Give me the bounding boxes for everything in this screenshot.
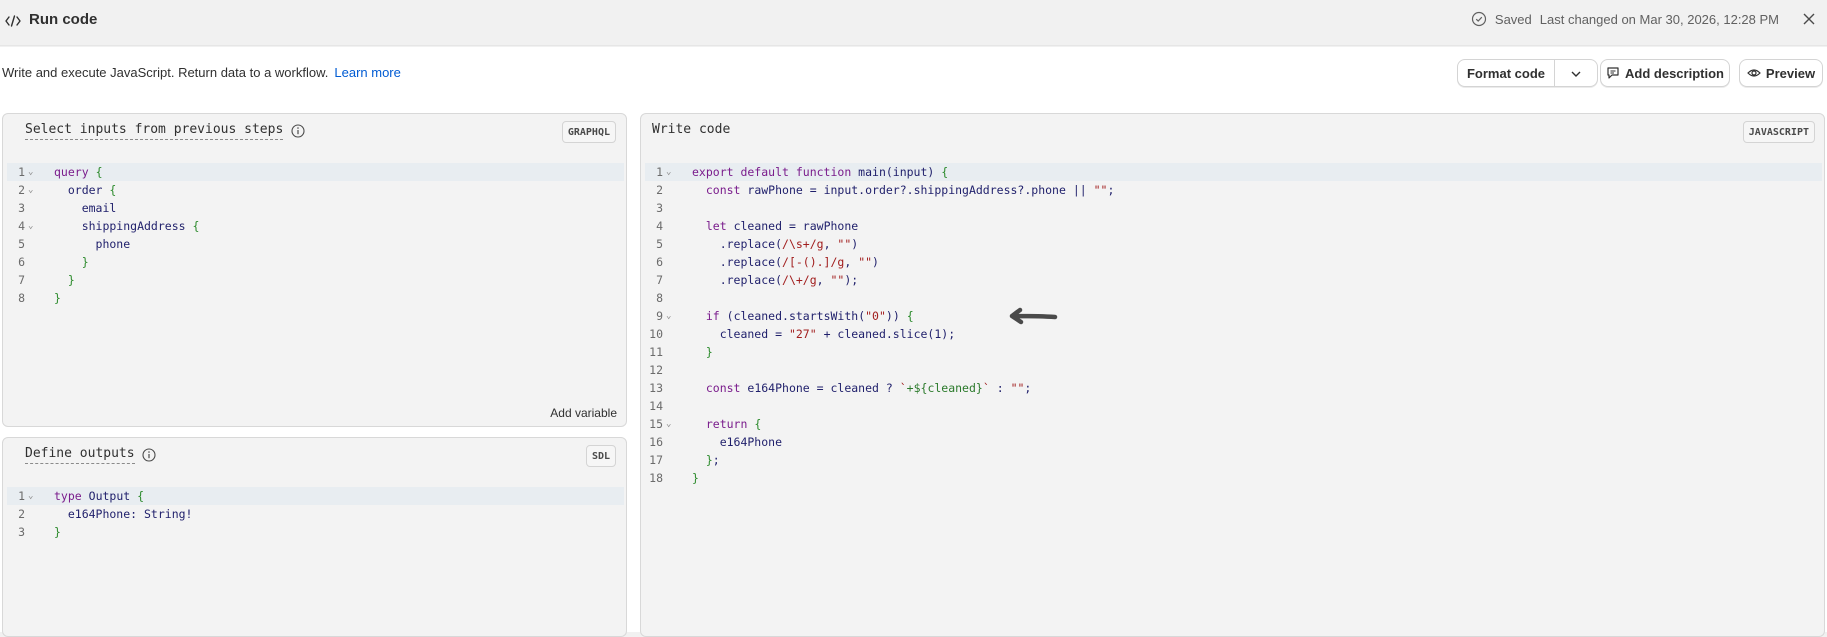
saved-label: Saved [1494, 11, 1532, 27]
code-line: 3} [18, 525, 61, 539]
code-line: 8 [656, 291, 663, 305]
code-line: 16 e164Phone [649, 435, 783, 449]
toolbar: Write and execute JavaScript. Return dat… [0, 47, 1827, 99]
fold-icon[interactable]: ⌄ [28, 181, 33, 199]
code-panel-header: Write code JAVASCRIPT [641, 114, 1824, 149]
code-line: 5 .replace(/\s+/g, "") [656, 237, 859, 251]
code-line: 4 ⌄ shippingAddress { [18, 217, 200, 235]
code-line: 15 ⌄ return { [649, 415, 762, 433]
outputs-editor[interactable]: 1 ⌄ type Output { 2 e164Phone: String! 3} [7, 487, 624, 541]
info-icon[interactable] [291, 124, 305, 138]
chevron-down-icon [1571, 64, 1581, 82]
add-description-label: Add description [1625, 65, 1724, 81]
code-panel-title: Write code [652, 122, 731, 137]
code-line: 13 const e164Phone = cleaned ? `+${clean… [649, 381, 1032, 395]
code-line: 17 }; [649, 453, 720, 467]
fold-icon[interactable]: ⌄ [666, 307, 671, 325]
code-line: 12 [649, 363, 663, 377]
comment-icon [1606, 66, 1620, 80]
code-line: 4 let cleaned = rawPhone [656, 219, 859, 233]
fold-icon[interactable]: ⌄ [666, 415, 671, 433]
fold-icon[interactable]: ⌄ [28, 217, 33, 235]
save-status: Saved Last changed on Mar 30, 2026, 12:2… [1471, 11, 1779, 27]
code-line: 18} [649, 471, 699, 485]
description: Write and execute JavaScript. Return dat… [2, 65, 401, 80]
outputs-panel-header: Define outputs SDL [3, 438, 626, 473]
code-line: 6 } [18, 255, 89, 269]
content-area: Select inputs from previous steps GRAPHQ… [0, 99, 1827, 637]
code-line: 2 ⌄ order { [18, 181, 117, 199]
check-circle-icon [1471, 11, 1487, 27]
format-code-button[interactable]: Format code [1458, 60, 1555, 86]
preview-label: Preview [1765, 65, 1816, 81]
code-line: 8} [18, 291, 61, 305]
top-bar: Run code Saved Last changed on Mar 30, 2… [0, 0, 1827, 46]
fold-icon[interactable]: ⌄ [666, 163, 671, 181]
format-code-button-group: Format code [1457, 59, 1598, 87]
code-line: 6 .replace(/[-().]/g, "") [656, 255, 879, 269]
code-line: 11 } [649, 345, 713, 359]
code-line: 10 cleaned = "27" + cleaned.slice(1); [649, 327, 956, 341]
inputs-title-text: Select inputs from previous steps [25, 122, 284, 137]
graphql-badge: GRAPHQL [561, 121, 616, 143]
javascript-badge: JAVASCRIPT [1742, 121, 1815, 143]
outputs-panel-title: Define outputs [25, 446, 135, 464]
inputs-panel-title: Select inputs from previous steps [25, 122, 284, 140]
preview-button[interactable]: Preview [1739, 59, 1823, 87]
eye-icon [1747, 66, 1761, 80]
code-icon [4, 12, 22, 30]
add-variable-button[interactable]: Add variable [550, 406, 617, 420]
code-line: 14 [649, 399, 663, 413]
learn-more-link[interactable]: Learn more [334, 65, 400, 80]
fold-icon[interactable]: ⌄ [28, 163, 33, 181]
code-line: 2 const rawPhone = input.order?.shipping… [656, 183, 1115, 197]
close-icon[interactable] [1800, 10, 1818, 28]
inputs-panel: Select inputs from previous steps GRAPHQ… [2, 113, 627, 427]
code-line: 1 ⌄ type Output { [7, 487, 624, 505]
code-line: 7 } [18, 273, 75, 287]
outputs-title-text: Define outputs [25, 446, 135, 461]
code-line: 2 e164Phone: String! [18, 507, 193, 521]
sdl-badge: SDL [585, 445, 616, 467]
last-changed-label: Last changed on Mar 30, 2026, 12:28 PM [1539, 11, 1779, 27]
inputs-editor[interactable]: 1 ⌄ query { 2 ⌄ order { 3 email 4 ⌄ shipping… [7, 163, 624, 307]
code-panel: Write code JAVASCRIPT 1 ⌄ export default f… [640, 113, 1825, 637]
description-text: Write and execute JavaScript. Return dat… [2, 65, 329, 80]
format-options-button[interactable] [1555, 60, 1597, 86]
code-line: 1 ⌄ query { [7, 163, 624, 181]
fold-icon[interactable]: ⌄ [28, 487, 33, 505]
annotation-arrow-icon [1009, 307, 1058, 325]
page-title: Run code [29, 11, 98, 28]
code-line: 3 email [18, 201, 117, 215]
outputs-panel: Define outputs SDL 1 ⌄ type Output { 2 e16… [2, 437, 627, 637]
add-description-button[interactable]: Add description [1600, 59, 1730, 87]
inputs-panel-header: Select inputs from previous steps GRAPHQ… [3, 114, 626, 149]
code-line: 7 .replace(/\+/g, ""); [656, 273, 859, 287]
code-line: 9 ⌄ if (cleaned.startsWith("0")) { [656, 307, 914, 325]
code-line: 1 ⌄ export default function main(input) { [645, 163, 1822, 181]
code-line: 5 phone [18, 237, 131, 251]
code-editor[interactable]: 1 ⌄ export default function main(input) { … [645, 163, 1822, 487]
code-line: 3 [656, 201, 663, 215]
info-icon[interactable] [142, 448, 156, 462]
